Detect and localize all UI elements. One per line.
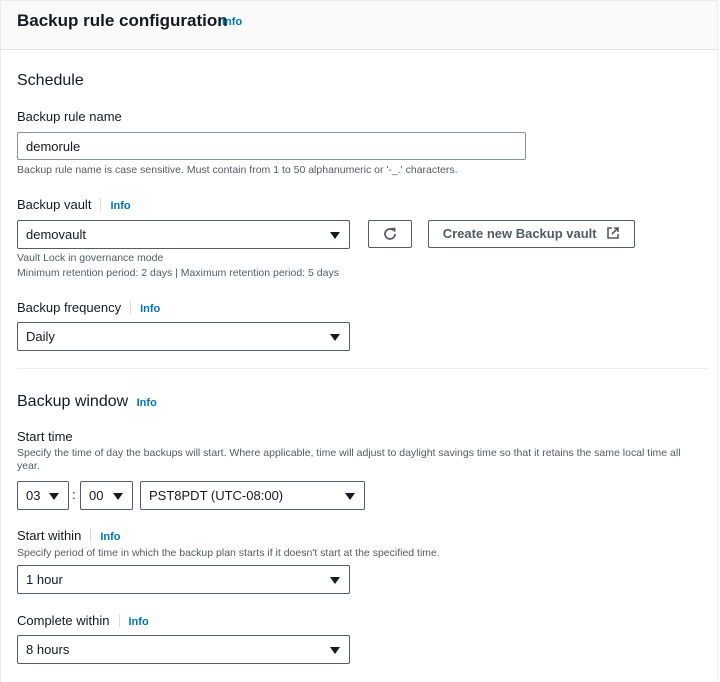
start-time-label: Start time <box>17 429 73 444</box>
start-within-label: Start within <box>17 528 82 543</box>
schedule-section-title: Schedule <box>17 72 84 89</box>
complete-within-value: 8 hours <box>26 642 70 657</box>
rule-name-input[interactable] <box>17 132 526 160</box>
start-within-select[interactable]: 1 hour <box>17 565 350 594</box>
timezone-select[interactable]: PST8PDT (UTC-08:00) <box>140 481 365 510</box>
timezone-value: PST8PDT (UTC-08:00) <box>149 488 284 503</box>
start-minute-select[interactable]: 00 <box>80 481 133 510</box>
vault-info-link[interactable]: Info <box>110 200 130 212</box>
header-info-link[interactable]: Info <box>222 16 242 28</box>
caret-down-icon <box>330 232 340 239</box>
label-divider <box>118 614 120 627</box>
start-hour-value: 03 <box>26 488 41 503</box>
start-minute-value: 00 <box>89 488 104 503</box>
window-section-title-row: Backup window Info <box>17 393 157 411</box>
caret-down-icon <box>330 334 340 341</box>
external-link-icon <box>607 227 620 239</box>
complete-within-label: Complete within <box>17 613 110 628</box>
start-time-hint: Specify the time of day the backups will… <box>17 447 681 472</box>
refresh-vaults-button[interactable] <box>368 220 412 248</box>
frequency-select[interactable]: Daily <box>17 322 350 351</box>
vault-select-value: demovault <box>26 227 86 242</box>
start-hour-select[interactable]: 03 <box>17 481 69 510</box>
caret-down-icon <box>330 647 340 654</box>
window-info-link[interactable]: Info <box>137 397 157 409</box>
frequency-select-value: Daily <box>26 329 55 344</box>
complete-within-label-row: Complete within Info <box>17 613 149 628</box>
caret-down-icon <box>345 493 355 500</box>
config-panel: Schedule Backup rule name Backup rule na… <box>0 50 718 682</box>
complete-within-select[interactable]: 8 hours <box>17 635 350 664</box>
complete-within-info-link[interactable]: Info <box>129 616 149 628</box>
rule-name-hint: Backup rule name is case sensitive. Must… <box>17 164 458 176</box>
page-title: Backup rule configuration <box>17 11 228 30</box>
caret-down-icon <box>113 493 123 500</box>
vault-retention-hint: Minimum retention period: 2 days | Maxim… <box>17 267 339 279</box>
create-vault-label: Create new Backup vault <box>442 226 597 241</box>
start-within-info-link[interactable]: Info <box>100 531 120 543</box>
label-divider <box>130 301 132 314</box>
refresh-icon <box>384 227 396 240</box>
start-within-hint: Specify period of time in which the back… <box>17 547 440 559</box>
frequency-info-link[interactable]: Info <box>140 303 160 315</box>
vault-label: Backup vault <box>17 197 92 212</box>
frequency-label-row: Backup frequency Info <box>17 300 160 315</box>
section-divider <box>17 368 709 369</box>
start-within-label-row: Start within Info <box>17 528 120 543</box>
time-separator: : <box>72 487 76 502</box>
config-header: Backup rule configuration Info <box>0 0 718 50</box>
vault-label-row: Backup vault Info <box>17 197 131 212</box>
label-divider <box>100 198 102 211</box>
window-section-title: Backup window <box>17 393 129 410</box>
label-divider <box>90 529 92 542</box>
frequency-label: Backup frequency <box>17 300 122 315</box>
create-vault-button[interactable]: Create new Backup vault <box>428 220 635 248</box>
start-within-value: 1 hour <box>26 572 63 587</box>
caret-down-icon <box>49 493 59 500</box>
vault-lock-hint: Vault Lock in governance mode <box>17 252 164 264</box>
vault-select[interactable]: demovault <box>17 220 350 249</box>
rule-name-label: Backup rule name <box>17 109 122 124</box>
caret-down-icon <box>330 577 340 584</box>
